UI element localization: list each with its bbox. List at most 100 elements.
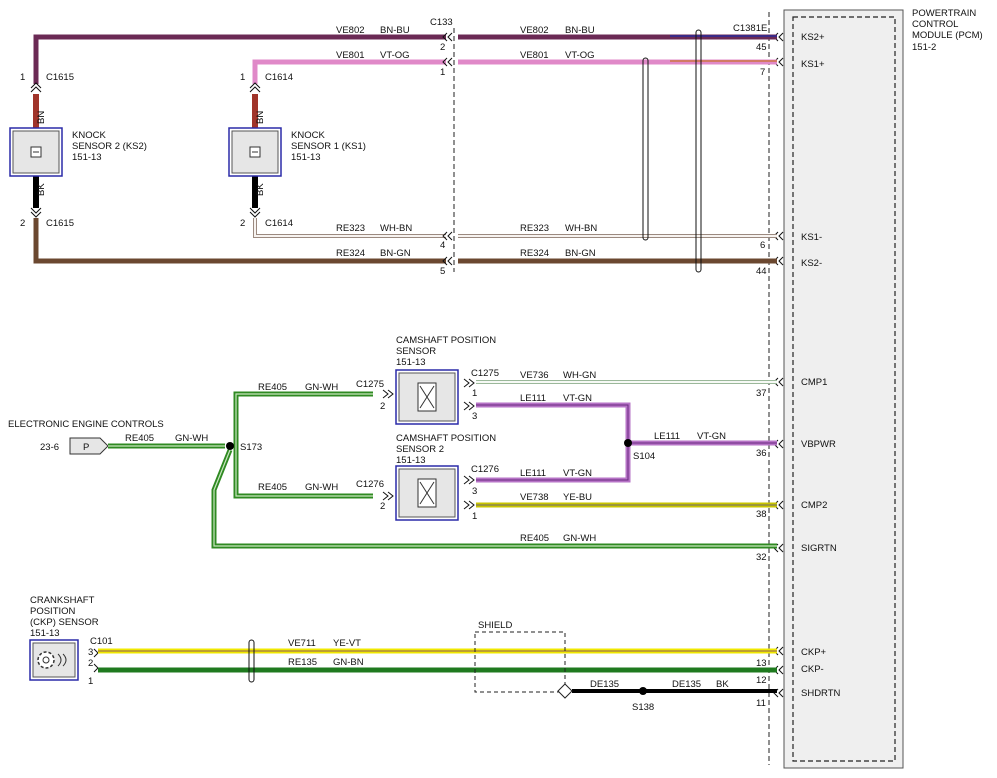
- pcm-module: [768, 9, 904, 769]
- shield-label: SHIELD: [478, 620, 512, 631]
- ckp-twist-mark: [248, 639, 255, 683]
- c133-label: C133: [430, 17, 453, 28]
- cmp2-title: CAMSHAFT POSITION SENSOR 2 151-13: [396, 433, 496, 466]
- svg-text:POWERTRAIN: POWERTRAIN: [912, 8, 976, 19]
- ks1-connector-bottom: C1614: [265, 218, 293, 229]
- ve711-circuit: VE711: [288, 638, 316, 649]
- s173-label: S173: [240, 442, 262, 453]
- svg-text:RE324: RE324: [520, 248, 549, 259]
- ks2-pin-bottom: 2: [20, 218, 25, 229]
- svg-text:VE802: VE802: [520, 25, 549, 36]
- svg-text:VE801: VE801: [520, 50, 549, 61]
- pin-ks1-plus: KS1+: [801, 59, 825, 70]
- svg-text:151-13: 151-13: [396, 357, 426, 368]
- svg-text:6: 6: [760, 240, 765, 251]
- svg-text:RE323: RE323: [336, 223, 365, 234]
- splice-s173: [226, 442, 234, 450]
- svg-text:SENSOR 2 (KS2): SENSOR 2 (KS2): [72, 141, 147, 152]
- svg-text:BN-GN: BN-GN: [565, 248, 596, 259]
- svg-text:12: 12: [756, 675, 767, 686]
- ks1-title: KNOCK SENSOR 1 (KS1) 151-13: [291, 130, 366, 163]
- ks1-connector-top: C1614: [265, 72, 293, 83]
- svg-text:SENSOR: SENSOR: [396, 346, 436, 357]
- svg-text:ELECTRONIC ENGINE CONTROLS: ELECTRONIC ENGINE CONTROLS: [8, 419, 164, 430]
- pin-cmp1: CMP1: [801, 377, 827, 388]
- svg-text:151-13: 151-13: [30, 628, 60, 639]
- ks2-wire-top: BN: [36, 111, 47, 124]
- pin-ks2-minus: KS2-: [801, 258, 822, 269]
- cmp2-pin-3: 3: [472, 486, 477, 497]
- svg-text:36: 36: [756, 448, 767, 459]
- svg-text:(CKP) SENSOR: (CKP) SENSOR: [30, 617, 99, 628]
- le111-circuit-bottom: LE111: [520, 468, 546, 479]
- svg-text:GN-WH: GN-WH: [563, 533, 596, 544]
- pin-vbpwr: VBPWR: [801, 439, 836, 450]
- ks2-connector-bottom: C1615: [46, 218, 74, 229]
- svg-text:CAMSHAFT POSITION: CAMSHAFT POSITION: [396, 335, 496, 346]
- ks2-pin-top: 1: [20, 72, 25, 83]
- ckp-sensor: [29, 639, 79, 681]
- wiring-diagram: POWERTRAIN CONTROL MODULE (PCM) 151-2 C1…: [8, 8, 983, 769]
- svg-text:151-13: 151-13: [72, 152, 102, 163]
- svg-text:4: 4: [440, 240, 445, 251]
- cmp2-connector-left: C1276: [356, 479, 384, 490]
- svg-text:BN-BU: BN-BU: [565, 25, 595, 36]
- svg-text:BN-BU: BN-BU: [380, 25, 410, 36]
- ve736-color: WH-GN: [563, 370, 596, 381]
- ks2-title: KNOCK SENSOR 2 (KS2) 151-13: [72, 130, 147, 163]
- cmp1-connector-left: C1275: [356, 379, 384, 390]
- ks1-pin-bottom: 2: [240, 218, 245, 229]
- pin-shdrtn: SHDRTN: [801, 688, 841, 699]
- svg-text:WH-BN: WH-BN: [380, 223, 412, 234]
- ve738-color: YE-BU: [563, 492, 592, 503]
- svg-text:23-6: 23-6: [40, 442, 59, 453]
- eec-circuit: RE405: [125, 433, 154, 444]
- svg-text:SENSOR 1 (KS1): SENSOR 1 (KS1): [291, 141, 366, 152]
- ks1-wire-top: BN: [255, 111, 266, 124]
- svg-text:5: 5: [440, 266, 445, 277]
- svg-text:CAMSHAFT POSITION: CAMSHAFT POSITION: [396, 433, 496, 444]
- svg-text:13: 13: [756, 658, 767, 669]
- svg-text:CONTROL: CONTROL: [912, 19, 958, 30]
- svg-text:WH-BN: WH-BN: [565, 223, 597, 234]
- pcm-connector-label: C1381E: [733, 23, 767, 34]
- cmp2-pin-1: 1: [472, 511, 477, 522]
- cmp2-pin-2: 2: [380, 501, 385, 512]
- svg-text:RE405: RE405: [258, 482, 287, 493]
- ks1-wire-bottom: BK: [255, 183, 266, 196]
- le111-color-bottom: VT-GN: [563, 468, 592, 479]
- cmp2-connector-right: C1276: [471, 464, 499, 475]
- cmp1-pin-2: 2: [380, 401, 385, 412]
- de135-color: BK: [716, 679, 729, 690]
- svg-text:KNOCK: KNOCK: [291, 130, 325, 141]
- ve711-color: YE-VT: [333, 638, 361, 649]
- ckp-title: CRANKSHAFT POSITION (CKP) SENSOR 151-13: [30, 595, 99, 639]
- cmp-sensor-2: [382, 465, 475, 521]
- eec-color: GN-WH: [175, 433, 208, 444]
- svg-text:BN-GN: BN-GN: [380, 248, 411, 259]
- pcm-title: POWERTRAIN CONTROL MODULE (PCM) 151-2: [912, 8, 983, 53]
- svg-text:VT-OG: VT-OG: [565, 50, 595, 61]
- svg-text:38: 38: [756, 509, 767, 520]
- ve736-circuit: VE736: [520, 370, 549, 381]
- svg-text:P: P: [83, 442, 89, 453]
- svg-text:VE802: VE802: [336, 25, 365, 36]
- svg-text:37: 37: [756, 388, 767, 399]
- ckp-pin-3: 3: [88, 647, 93, 658]
- svg-text:32: 32: [756, 552, 767, 563]
- svg-text:KNOCK: KNOCK: [72, 130, 106, 141]
- svg-text:11: 11: [756, 698, 766, 709]
- svg-text:2: 2: [440, 42, 445, 53]
- cmp1-connector-right: C1275: [471, 368, 499, 379]
- re135-circuit: RE135: [288, 657, 317, 668]
- s104-label: S104: [633, 451, 655, 462]
- de135-circuit-right: DE135: [672, 679, 701, 690]
- ks2-wire-bottom: BK: [36, 183, 47, 196]
- cmp1-title: CAMSHAFT POSITION SENSOR 151-13: [396, 335, 496, 368]
- svg-text:MODULE (PCM): MODULE (PCM): [912, 30, 983, 41]
- svg-text:151-13: 151-13: [291, 152, 321, 163]
- svg-text:GN-WH: GN-WH: [305, 482, 338, 493]
- cmp1-pin-1: 1: [472, 388, 477, 399]
- wire-re323: [253, 218, 777, 238]
- cmp1-pin-3: 3: [472, 411, 477, 422]
